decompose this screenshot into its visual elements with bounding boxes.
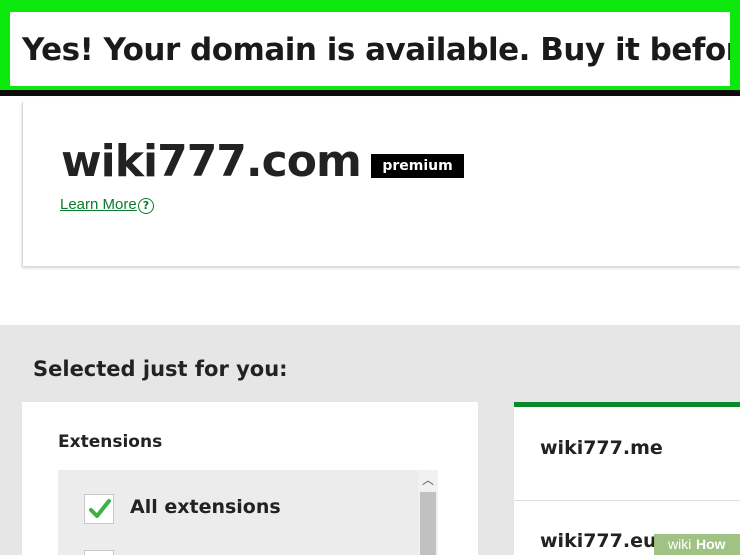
suggested-domains-panel: wiki777.me wiki777.eu [514,402,740,555]
extensions-panel: Extensions All extensions ︿ [22,402,478,555]
checkmark-icon [89,499,111,518]
premium-badge: premium [371,154,464,178]
extensions-scrollbar[interactable]: ︿ [418,470,438,555]
section-title: Selected just for you: [33,357,288,381]
watermark-part: How [696,536,726,552]
suggestions-section: Selected just for you: Extensions All ex… [0,325,740,555]
wikihow-watermark: wiki How [654,534,740,555]
extensions-list: All extensions [58,470,438,555]
chevron-up-icon[interactable]: ︿ [418,470,438,490]
domain-name: wiki777.com [61,136,362,187]
learn-more-link[interactable]: Learn More [60,196,137,213]
extension-label: All extensions [130,496,281,518]
suggested-domain[interactable]: wiki777.eu [540,530,657,552]
divider [514,500,740,501]
availability-message: Yes! Your domain is available. Buy it be… [22,32,730,68]
watermark-part: wiki [668,536,692,552]
banner-box: Yes! Your domain is available. Buy it be… [10,12,730,86]
suggested-domain[interactable]: wiki777.me [540,437,663,459]
domain-result-card: wiki777.com premium Learn More ? [22,102,740,266]
availability-banner: Yes! Your domain is available. Buy it be… [0,0,740,96]
extension-checkbox-partial[interactable] [84,550,114,555]
help-icon[interactable]: ? [138,198,154,214]
scroll-thumb[interactable] [420,492,436,555]
all-extensions-checkbox[interactable] [84,494,114,524]
extensions-heading: Extensions [58,432,163,452]
